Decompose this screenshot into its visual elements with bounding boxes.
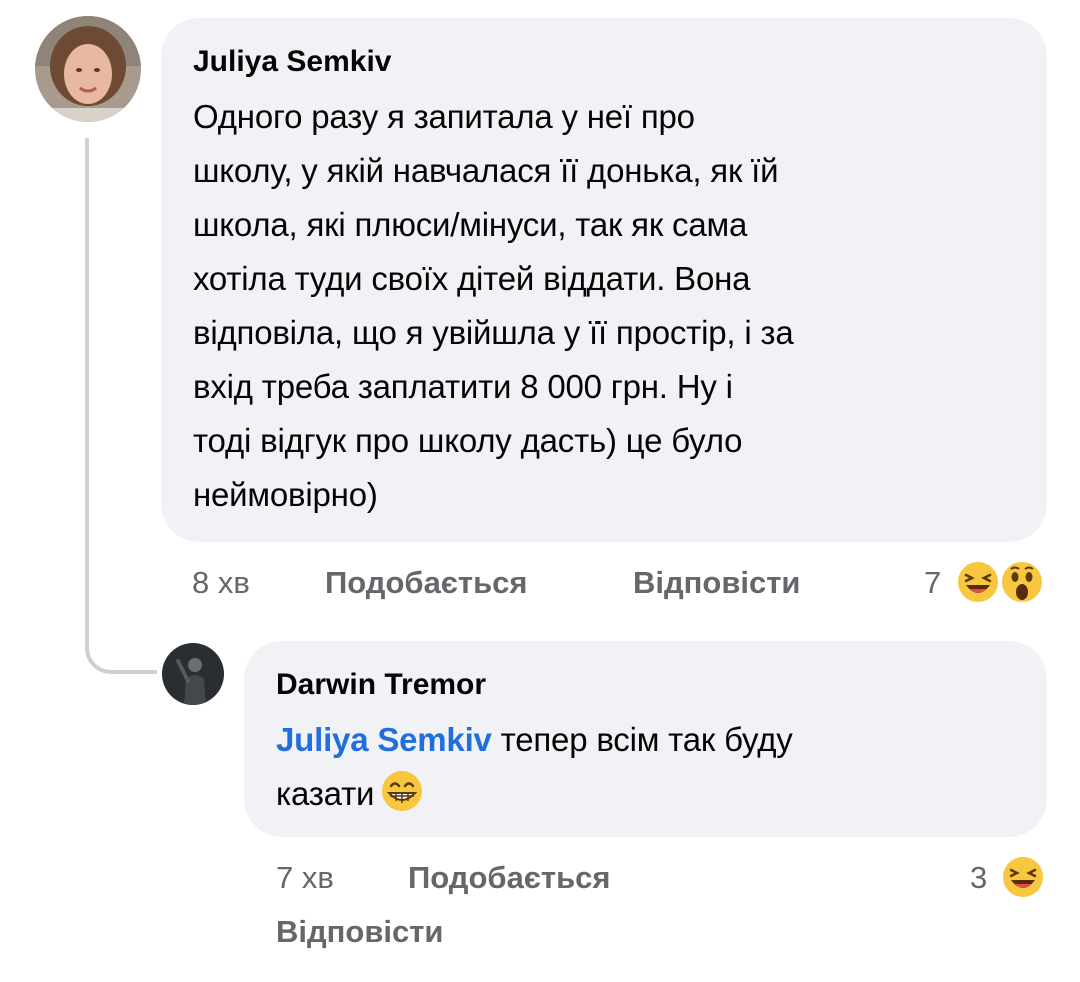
comment-text-fragment: тепер всім так буду <box>500 721 793 758</box>
comment-author-name[interactable]: Darwin Tremor <box>276 667 1015 703</box>
like-button[interactable]: Подобається <box>325 563 528 603</box>
reply-thread-connector <box>85 138 157 674</box>
mention-link[interactable]: Juliya Semkiv <box>276 721 492 758</box>
comment-text-line: школа, які плюси/мінуси, так як сама <box>193 206 748 243</box>
comment-timestamp[interactable]: 8 хв <box>192 563 250 603</box>
reply-button[interactable]: Відповісти <box>276 912 444 952</box>
comment-text-line: Одного разу я запитала у неї про <box>193 98 695 135</box>
comment-text-line: тоді відгук про школу дасть) це було <box>193 422 743 459</box>
reaction-count[interactable]: 7 <box>924 563 941 603</box>
comment-text-line: казати <box>276 767 1015 829</box>
comment-text-line: хотіла туди своїх дітей віддати. Вона <box>193 260 751 297</box>
comment-bubble-darwin: Darwin Tremor Juliya Semkiv тепер всім т… <box>244 641 1047 837</box>
wow-emoji-icon[interactable] <box>999 559 1045 610</box>
grinning-emoji-icon <box>380 769 424 829</box>
like-button[interactable]: Подобається <box>408 858 611 898</box>
laughing-emoji-icon[interactable] <box>1000 854 1046 905</box>
comment-timestamp[interactable]: 7 хв <box>276 858 334 898</box>
comment-text-line: вхід треба заплатити 8 000 грн. Ну і <box>193 368 733 405</box>
comment-text-line: Juliya Semkiv тепер всім так буду <box>276 713 1015 767</box>
comment-text-line: школу, у якій навчалася її донька, як їй <box>193 152 779 189</box>
comment-author-name[interactable]: Juliya Semkiv <box>193 44 1015 80</box>
comment-bubble-juliya: Juliya Semkiv Одного разу я запитала у н… <box>161 18 1047 542</box>
comment-text-fragment: казати <box>276 775 375 812</box>
reaction-count[interactable]: 3 <box>970 858 987 898</box>
comment-text: Juliya Semkiv тепер всім так буду казати <box>276 713 1015 829</box>
comment-text-line: відповіла, що я увійшла у її простір, і … <box>193 314 794 351</box>
laughing-emoji-icon[interactable] <box>955 559 1001 610</box>
reply-button[interactable]: Відповісти <box>633 563 801 603</box>
avatar-darwin-tremor[interactable] <box>162 643 224 705</box>
comment-text-line: неймовірно) <box>193 476 378 513</box>
avatar-juliya-semkiv[interactable] <box>35 16 141 122</box>
comment-text: Одного разу я запитала у неї про школу, … <box>193 90 1015 522</box>
